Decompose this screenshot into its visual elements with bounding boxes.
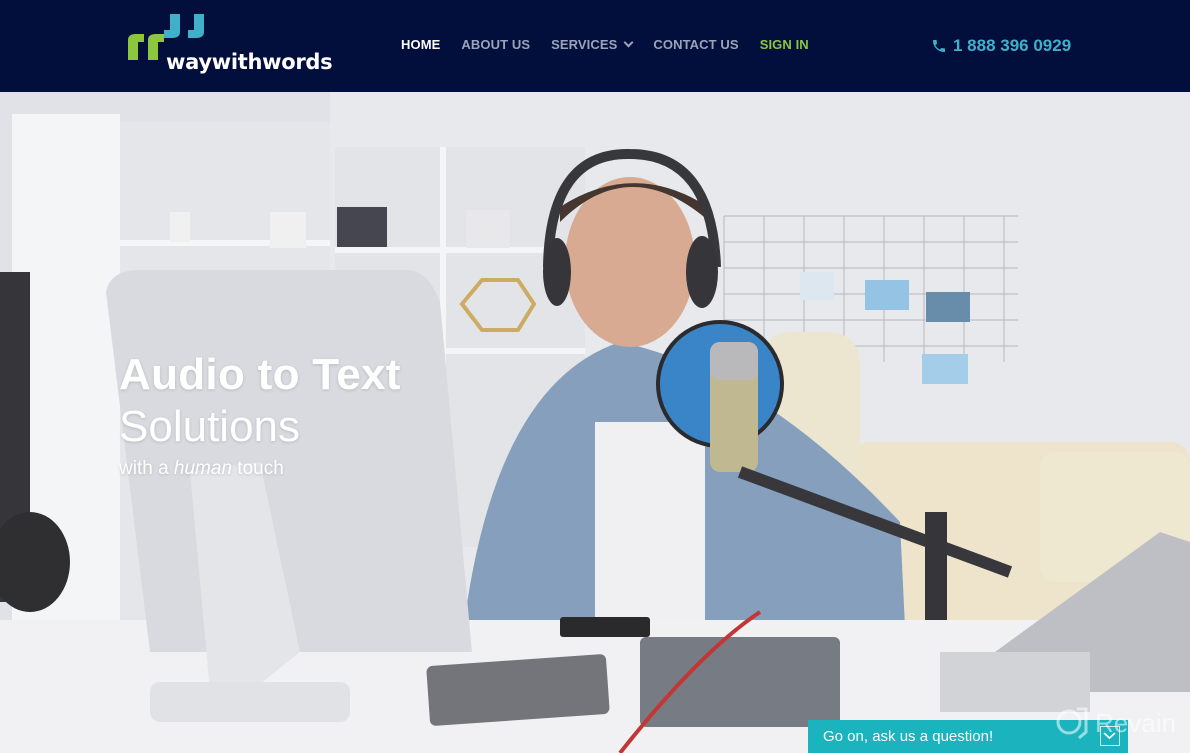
phone-icon bbox=[933, 40, 945, 52]
hero-tagline: with a human touch bbox=[119, 458, 401, 480]
site-header: waywithwords HOME ABOUT US SERVICES CONT… bbox=[0, 0, 1190, 92]
nav-services[interactable]: SERVICES bbox=[551, 37, 634, 52]
phone-number: 1 888 396 0929 bbox=[953, 36, 1072, 55]
logo-text: waywithwords bbox=[166, 50, 333, 74]
logo[interactable]: waywithwords bbox=[124, 12, 333, 80]
tagline-suffix: touch bbox=[232, 458, 284, 479]
main-nav: HOME ABOUT US SERVICES CONTACT US SIGN I… bbox=[401, 37, 830, 52]
nav-sign-in[interactable]: SIGN IN bbox=[760, 37, 809, 52]
revain-logo-icon bbox=[1056, 707, 1088, 740]
chevron-down-icon bbox=[623, 37, 634, 48]
hero-title: Audio to Text bbox=[119, 350, 401, 399]
hero-banner: Audio to Text Solutions with a human tou… bbox=[0, 92, 1190, 753]
hero-text: Audio to Text Solutions with a human tou… bbox=[119, 350, 401, 480]
revain-watermark: Revain bbox=[1055, 706, 1176, 740]
nav-services-label: SERVICES bbox=[551, 37, 618, 52]
tagline-prefix: with a bbox=[119, 458, 174, 479]
chat-widget-label: Go on, ask us a question! bbox=[823, 728, 994, 745]
nav-home[interactable]: HOME bbox=[401, 37, 440, 52]
revain-text: Revain bbox=[1095, 707, 1176, 738]
nav-contact-us[interactable]: CONTACT US bbox=[653, 37, 738, 52]
tagline-emphasis: human bbox=[173, 458, 233, 479]
hero-subtitle: Solutions bbox=[119, 402, 301, 451]
phone-link[interactable]: 1 888 396 0929 bbox=[931, 36, 1071, 56]
nav-about-us[interactable]: ABOUT US bbox=[461, 37, 530, 52]
